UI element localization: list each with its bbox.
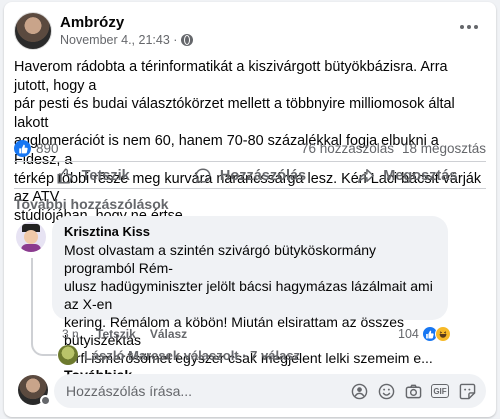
share-button[interactable]: Megosztás: [329, 162, 486, 190]
author-avatar[interactable]: [14, 12, 52, 50]
reply-avatar[interactable]: [58, 345, 78, 365]
composer-tools: GIF: [350, 382, 476, 400]
haha-reaction-icon: [434, 326, 451, 342]
account-switch-icon[interactable]: [40, 395, 51, 406]
like-label: Tetszik: [81, 168, 130, 184]
post-actions: Tetszik Hozzászólás Megosztás: [14, 162, 486, 190]
comment-actions: 3 n. Tetszik Válasz: [62, 327, 187, 341]
dot-icon: [460, 25, 464, 29]
view-replies-link[interactable]: László Marcsek válaszolt · 7 válasz: [84, 348, 300, 363]
emoji-icon[interactable]: [377, 382, 395, 400]
comment-bubble: Krisztina Kiss Most olvastam a szintén s…: [52, 216, 448, 383]
post-card: Ambrózy November 4., 21:43 · Haverom rád…: [4, 2, 496, 417]
post-meta: November 4., 21:43 ·: [60, 33, 194, 47]
more-options-button[interactable]: [454, 12, 484, 42]
dot-icon: [474, 25, 478, 29]
commenter-name[interactable]: Krisztina Kiss: [64, 224, 436, 239]
divider: [14, 188, 486, 189]
post-header: Ambrózy November 4., 21:43 ·: [14, 12, 486, 52]
comment-composer[interactable]: GIF: [54, 374, 486, 408]
more-comments-link[interactable]: További hozzászólások: [14, 196, 169, 212]
like-reaction-icon[interactable]: [14, 140, 31, 157]
post-timestamp[interactable]: November 4., 21:43 ·: [60, 33, 177, 47]
comment-icon: [195, 168, 211, 184]
author-name[interactable]: Ambrózy: [60, 14, 124, 31]
comment-time[interactable]: 3 n.: [62, 327, 82, 341]
commenter-avatar[interactable]: [16, 222, 46, 252]
comment-like-button[interactable]: Tetszik: [96, 327, 136, 341]
dot-icon: [467, 25, 471, 29]
comment-button[interactable]: Hozzászólás: [171, 162, 328, 190]
camera-icon[interactable]: [404, 382, 422, 400]
share-count[interactable]: 18 megosztás: [402, 141, 486, 156]
like-button[interactable]: Tetszik: [14, 162, 171, 190]
share-icon: [358, 168, 375, 184]
reactions-row: 890 76 hozzászólás 18 megosztás: [14, 140, 486, 158]
comment-reply-button[interactable]: Válasz: [150, 327, 187, 341]
comment-input[interactable]: [66, 383, 276, 399]
sticker-icon[interactable]: [458, 382, 476, 400]
avatar-sticker-icon[interactable]: [350, 382, 368, 400]
comment-count[interactable]: 76 hozzászólás: [301, 141, 394, 156]
reaction-count[interactable]: 890: [36, 141, 59, 156]
gif-icon[interactable]: GIF: [431, 384, 449, 398]
comment-label: Hozzászólás: [219, 168, 307, 184]
share-label: Megosztás: [383, 168, 458, 184]
comment-reactions[interactable]: 104: [398, 325, 451, 343]
comment-reaction-count: 104: [398, 327, 419, 341]
thumbs-up-icon: [57, 168, 72, 184]
globe-icon: [181, 34, 194, 46]
